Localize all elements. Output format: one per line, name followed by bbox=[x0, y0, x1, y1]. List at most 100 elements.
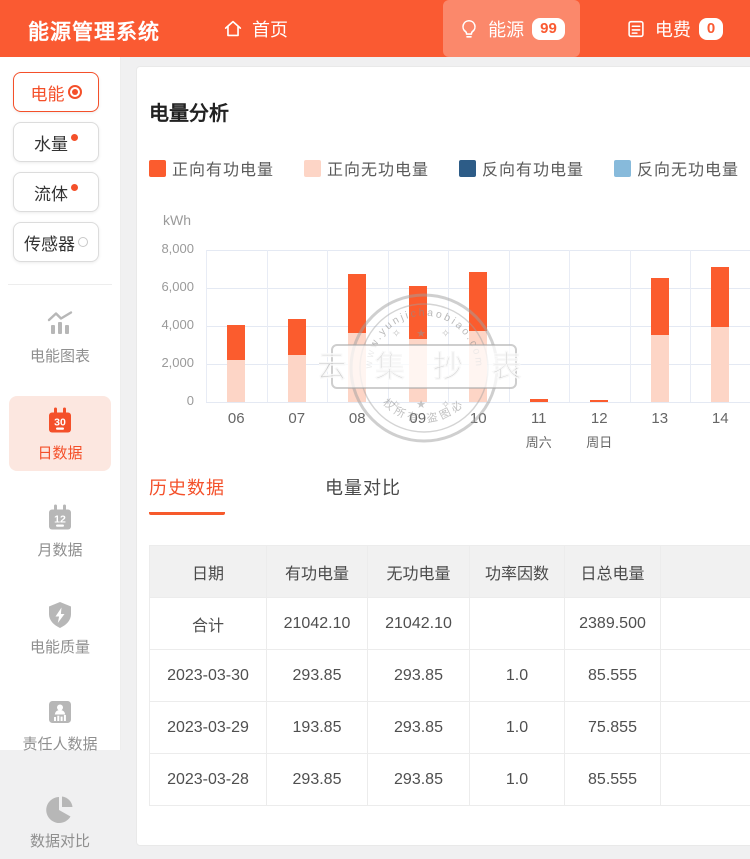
nav-item-energy[interactable]: 能源 99 bbox=[443, 0, 580, 57]
bar-segment-正向有功电量[interactable] bbox=[348, 274, 366, 333]
x-axis-label: 07 bbox=[267, 410, 327, 427]
nav-item-home[interactable]: 首页 bbox=[208, 0, 302, 57]
cell-reactive-energy: 293.85 bbox=[368, 754, 470, 806]
page-title: 电量分析 bbox=[149, 97, 750, 126]
cell-date: 2023-03-29 bbox=[150, 702, 267, 754]
cell-daily-total: 75.855 bbox=[565, 702, 661, 754]
bar-segment-正向有功电量[interactable] bbox=[651, 278, 669, 335]
x-axis-label: 06 bbox=[206, 410, 266, 427]
nav-item-bill[interactable]: 电费 0 bbox=[598, 0, 750, 57]
bill-icon bbox=[625, 18, 647, 40]
menu-item-data-comparison[interactable]: 数据对比 bbox=[9, 784, 111, 859]
bar-segment-正向有功电量[interactable] bbox=[409, 286, 427, 339]
app-header: 能源管理系统 首页 能源 99 电费 0 bbox=[0, 0, 750, 57]
cell-daily-total: 2389.500 bbox=[565, 598, 661, 650]
bar-segment-正向无功电量[interactable] bbox=[227, 360, 245, 402]
table-row: 2023-03-30 293.85 293.85 1.0 85.555 bbox=[150, 650, 750, 702]
bar-chart-icon bbox=[45, 309, 75, 339]
gridline bbox=[206, 402, 750, 403]
calendar-icon: 12 bbox=[45, 503, 75, 533]
bar-segment-正向有功电量[interactable] bbox=[227, 325, 245, 360]
x-axis-label: 09 bbox=[388, 410, 448, 427]
bar-segment-正向无功电量[interactable] bbox=[469, 331, 487, 402]
nav-energy-label: 能源 bbox=[488, 16, 524, 42]
gridline bbox=[388, 250, 389, 402]
table-row: 2023-03-28 293.85 293.85 1.0 85.555 bbox=[150, 754, 750, 806]
bar-segment-正向有功电量[interactable] bbox=[530, 399, 548, 402]
gridline bbox=[690, 250, 691, 402]
x-axis-label: 14 bbox=[690, 410, 750, 427]
x-axis-label: 08 bbox=[327, 410, 387, 427]
bar-segment-正向有功电量[interactable] bbox=[711, 267, 729, 327]
legend-item-forward-active[interactable]: 正向有功电量 bbox=[149, 156, 274, 180]
bar-chart: kWh 02,0004,0006,0008,000 060708091011周六… bbox=[149, 208, 750, 454]
content-card: 电量分析 正向有功电量 正向无功电量 反向有功电量 反向无功电量 kWh 02,… bbox=[136, 66, 750, 846]
col-header-date: 日期 bbox=[150, 546, 267, 598]
col-header-daily-total: 日总电量 bbox=[565, 546, 661, 598]
data-tabs: 历史数据 电量对比 bbox=[149, 474, 750, 515]
menu-item-daily-data[interactable]: 30 日数据 bbox=[9, 396, 111, 471]
category-button-water[interactable]: 水量 bbox=[13, 122, 99, 162]
cell-active-energy: 193.85 bbox=[267, 702, 368, 754]
menu-item-monthly-data[interactable]: 12 月数据 bbox=[9, 493, 111, 568]
cell-date: 2023-03-30 bbox=[150, 650, 267, 702]
gridline bbox=[509, 250, 510, 402]
cell-extra bbox=[661, 754, 750, 806]
bar-segment-正向有功电量[interactable] bbox=[288, 319, 306, 355]
radio-selected-icon bbox=[68, 85, 82, 99]
menu-label: 数据对比 bbox=[30, 830, 90, 851]
x-axis-label: 11 bbox=[509, 410, 569, 427]
bar-segment-正向无功电量[interactable] bbox=[651, 335, 669, 402]
category-button-sensor[interactable]: 传感器 bbox=[13, 222, 99, 262]
chart-legend: 正向有功电量 正向无功电量 反向有功电量 反向无功电量 bbox=[149, 156, 750, 180]
legend-label: 反向有功电量 bbox=[482, 156, 584, 180]
menu-item-owner-data[interactable]: 责任人数据 bbox=[9, 687, 111, 762]
cell-reactive-energy: 293.85 bbox=[368, 702, 470, 754]
cell-power-factor bbox=[470, 598, 565, 650]
legend-item-reverse-active[interactable]: 反向有功电量 bbox=[459, 156, 584, 180]
col-header-active-energy: 有功电量 bbox=[267, 546, 368, 598]
cell-date: 2023-03-28 bbox=[150, 754, 267, 806]
tab-history-data[interactable]: 历史数据 bbox=[149, 474, 225, 515]
legend-swatch bbox=[304, 160, 321, 177]
orange-dot-icon bbox=[71, 134, 78, 141]
bar-segment-正向无功电量[interactable] bbox=[348, 333, 366, 402]
bar-segment-正向有功电量[interactable] bbox=[469, 272, 487, 331]
app-title: 能源管理系统 bbox=[28, 16, 160, 46]
cell-daily-total: 85.555 bbox=[565, 650, 661, 702]
y-axis-label: 4,000 bbox=[149, 317, 194, 332]
category-button-electricity[interactable]: 电能 bbox=[13, 72, 99, 112]
gridline bbox=[206, 250, 207, 402]
y-axis-label: 2,000 bbox=[149, 355, 194, 370]
col-header-extra bbox=[661, 546, 750, 598]
cell-extra bbox=[661, 598, 750, 650]
bar-segment-正向无功电量[interactable] bbox=[409, 339, 427, 402]
gridline bbox=[630, 250, 631, 402]
cell-extra bbox=[661, 702, 750, 754]
category-sensor-label: 传感器 bbox=[24, 230, 75, 255]
bulb-icon bbox=[458, 18, 480, 40]
category-button-fluid[interactable]: 流体 bbox=[13, 172, 99, 212]
x-axis-label: 10 bbox=[448, 410, 508, 427]
legend-swatch bbox=[459, 160, 476, 177]
pie-chart-icon bbox=[45, 794, 75, 824]
nav-bill-label: 电费 bbox=[655, 16, 691, 42]
cell-power-factor: 1.0 bbox=[470, 702, 565, 754]
menu-label: 电能图表 bbox=[30, 345, 90, 366]
cell-daily-total: 85.555 bbox=[565, 754, 661, 806]
menu-item-energy-charts[interactable]: 电能图表 bbox=[9, 299, 111, 374]
legend-item-reverse-reactive[interactable]: 反向无功电量 bbox=[614, 156, 739, 180]
bar-segment-正向有功电量[interactable] bbox=[590, 400, 608, 402]
menu-item-power-quality[interactable]: 电能质量 bbox=[9, 590, 111, 665]
y-axis-label: 0 bbox=[149, 393, 194, 408]
legend-item-forward-reactive[interactable]: 正向无功电量 bbox=[304, 156, 429, 180]
bar-segment-正向无功电量[interactable] bbox=[288, 355, 306, 402]
legend-label: 正向有功电量 bbox=[172, 156, 274, 180]
tab-energy-comparison[interactable]: 电量对比 bbox=[325, 474, 401, 515]
cell-active-energy: 21042.10 bbox=[267, 598, 368, 650]
legend-swatch bbox=[614, 160, 631, 177]
menu-label: 日数据 bbox=[37, 442, 82, 463]
gridline bbox=[206, 250, 750, 251]
bar-segment-正向无功电量[interactable] bbox=[711, 327, 729, 402]
shield-bolt-icon bbox=[45, 600, 75, 630]
